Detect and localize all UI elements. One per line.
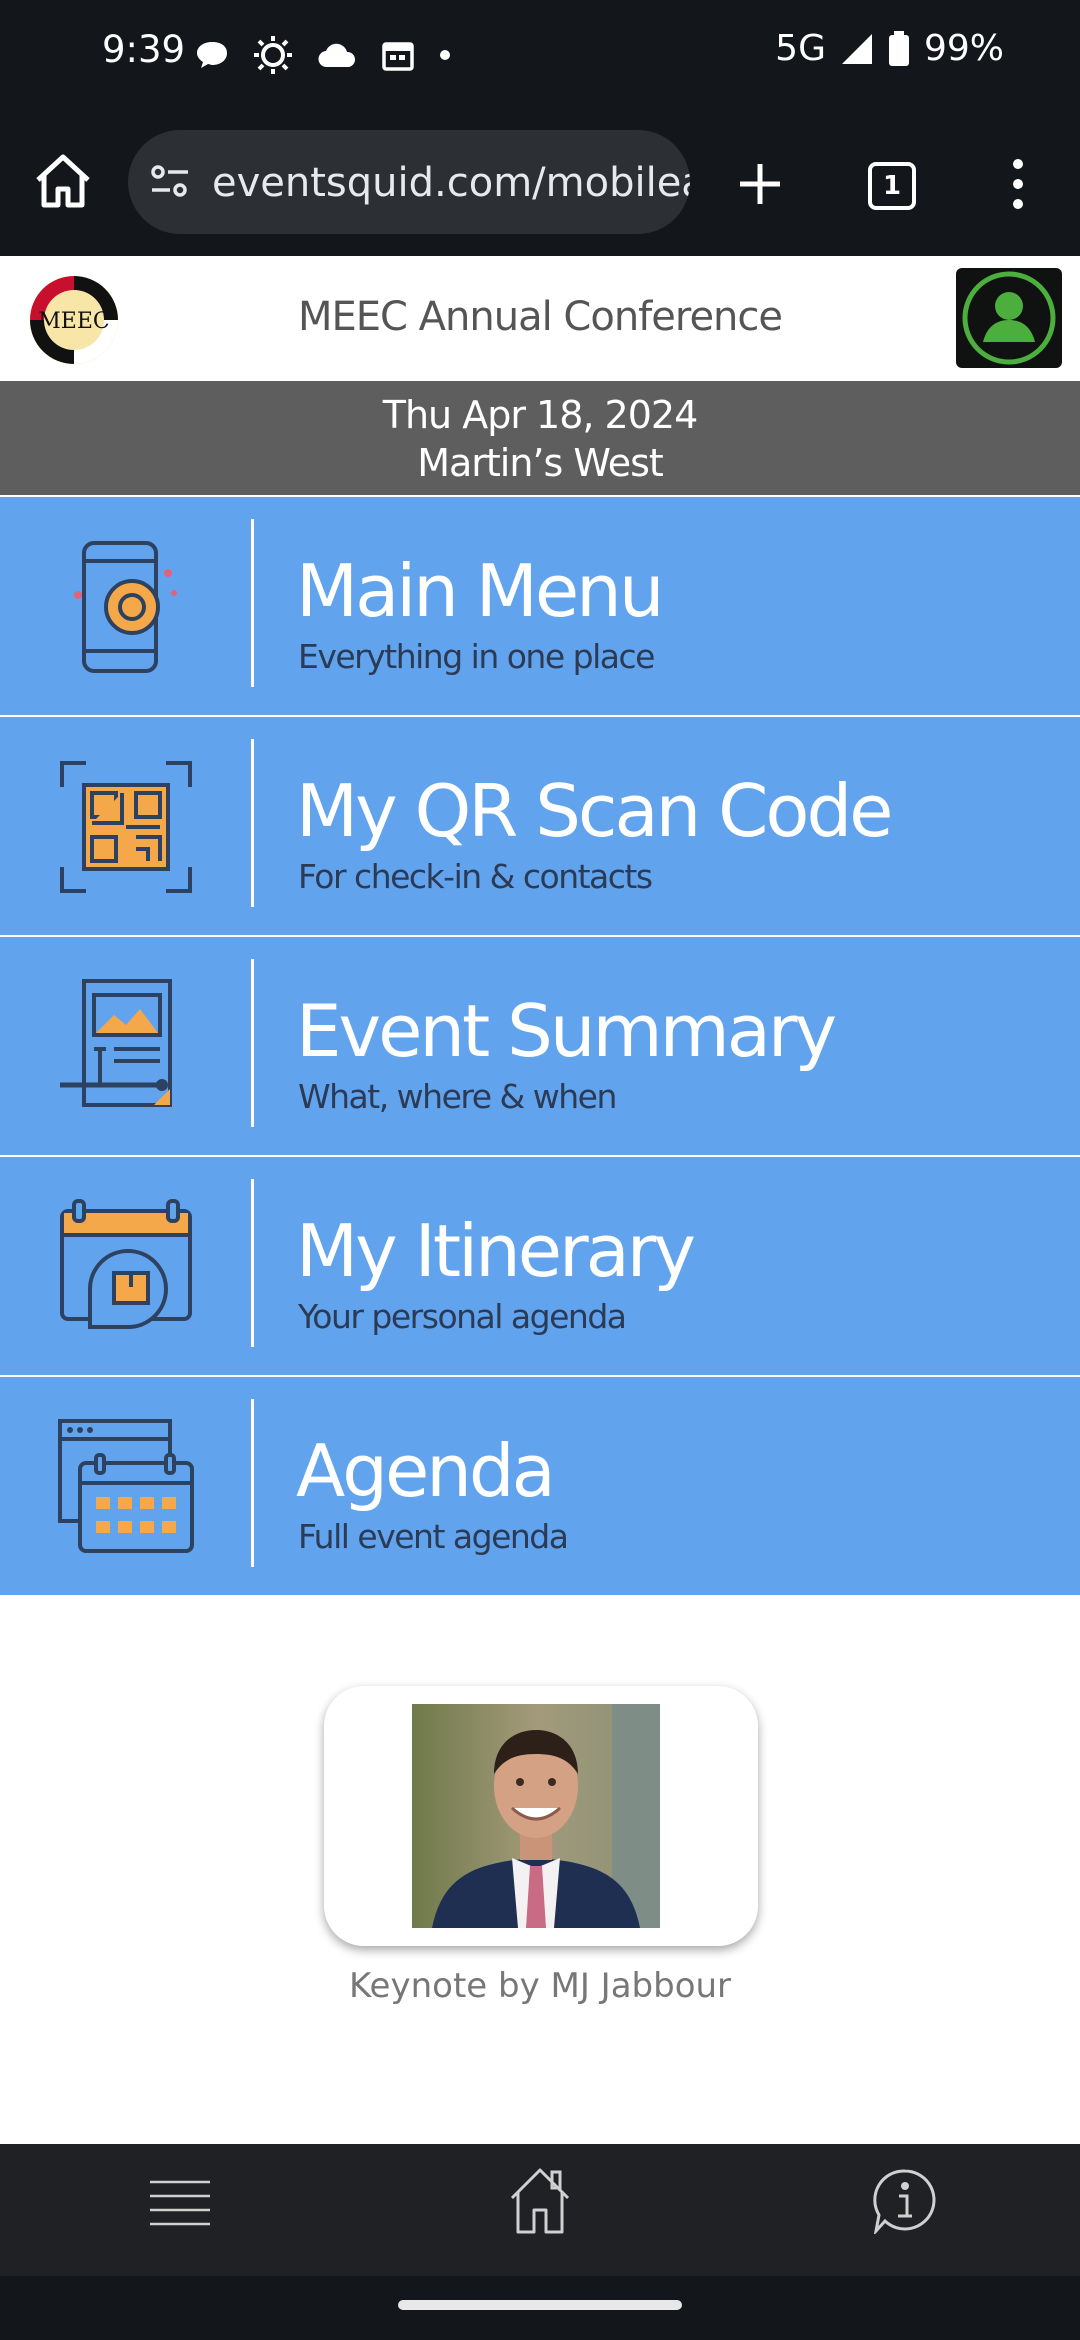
tile-subtitle: Your personal agenda [298,1297,627,1336]
browser-menu-icon[interactable] [1006,154,1030,214]
calendar-package-icon [60,1199,192,1329]
event-date: Thu Apr 18, 2024 [382,393,699,437]
url-text: eventsquid.com/mobilea [212,160,690,206]
tile-list: Main Menu Everything in one place My QR … [0,497,1080,1595]
home-icon[interactable] [508,2164,572,2236]
tile-divider [251,1399,254,1567]
signal-icon [841,33,872,64]
tile-title: Main Menu [296,549,664,633]
keynote-caption: Keynote by MJ Jabbour [348,1966,732,2006]
status-time: 9:39 [102,28,186,71]
calendar-icon [382,42,414,71]
tile-title: Agenda [296,1429,556,1513]
tile-divider [251,519,254,687]
tile-divider [251,959,254,1127]
keynote-card[interactable] [324,1686,758,1946]
keynote-speaker-photo [412,1704,660,1928]
network-label: 5G [775,28,826,69]
tile-subtitle: For check-in & contacts [298,857,653,896]
tile-title: My Itinerary [296,1209,696,1293]
address-bar[interactable]: eventsquid.com/mobilea [128,130,690,234]
tile-qr-scan-code[interactable]: My QR Scan Code For check-in & contacts [0,715,1080,935]
brightness-icon [254,36,292,74]
app-title: MEEC Annual Conference [297,294,783,340]
event-date-band: Thu Apr 18, 2024 Martin’s West [0,381,1080,495]
tile-divider [251,1179,254,1347]
status-right: 5G 99% [775,28,1004,69]
app-header: MEEC MEEC Annual Conference [0,256,1080,381]
phone-camera-icon [74,541,177,673]
notification-icons [195,30,451,80]
qr-code-icon [60,761,192,893]
profile-button[interactable] [956,268,1062,368]
tile-subtitle: What, where & when [298,1077,617,1116]
site-settings-icon[interactable] [148,160,192,204]
info-icon[interactable] [872,2168,938,2234]
menu-icon[interactable] [148,2176,212,2232]
dot-icon [440,50,450,60]
tile-my-itinerary[interactable]: My Itinerary Your personal agenda [0,1155,1080,1375]
battery-label: 99% [923,28,1004,69]
tile-agenda[interactable]: Agenda Full event agenda [0,1375,1080,1595]
cloud-icon [318,43,356,68]
tile-main-menu[interactable]: Main Menu Everything in one place [0,497,1080,715]
event-venue: Martin’s West [417,441,664,485]
bottom-navigation [0,2144,1080,2276]
browser-home-icon[interactable] [32,150,94,212]
chat-bubble-icon [197,42,227,68]
tile-title: Event Summary [296,989,837,1073]
tile-divider [251,739,254,907]
tile-event-summary[interactable]: Event Summary What, where & when [0,935,1080,1155]
tile-title: My QR Scan Code [296,769,893,853]
gesture-bar [0,2276,1080,2340]
document-icon [60,979,172,1107]
new-tab-icon[interactable] [734,158,786,210]
browser-toolbar: eventsquid.com/mobilea 1 [0,110,1080,256]
status-bar: 9:39 5G 99% [0,0,1080,110]
battery-icon [888,30,909,66]
calendar-grid-icon [58,1419,194,1553]
tab-switcher-button[interactable]: 1 [868,162,916,210]
tile-subtitle: Everything in one place [298,637,655,676]
gesture-handle[interactable] [398,2300,682,2310]
user-avatar-icon [962,271,1056,365]
tile-subtitle: Full event agenda [298,1517,569,1556]
